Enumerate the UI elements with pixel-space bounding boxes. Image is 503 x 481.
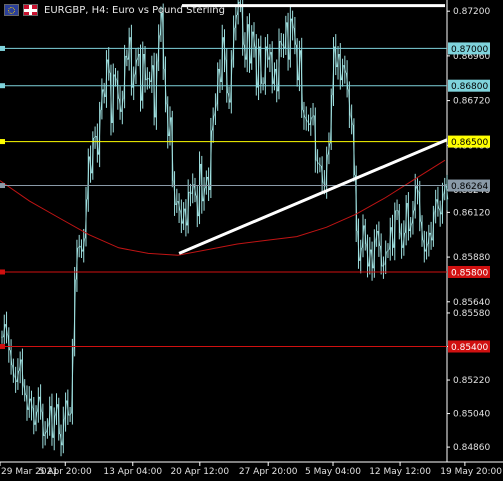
level-handle-0.86500: [0, 139, 5, 145]
level-handle-0.86264: [0, 183, 5, 189]
y-tick-label: 0.85220: [453, 376, 490, 386]
y-tick-label: 0.86120: [453, 208, 490, 218]
level-tag-0.86800: 0.86800: [451, 82, 488, 92]
price-chart[interactable]: 0.872000.869600.867200.864800.862400.861…: [0, 0, 503, 481]
y-tick-label: 0.85040: [453, 410, 490, 420]
level-handle-0.87000: [0, 45, 5, 51]
eu-flag-icon: [4, 4, 19, 16]
x-tick-label: 5 Apr 20:00: [39, 467, 92, 477]
level-tag-0.85400: 0.85400: [451, 343, 488, 353]
x-tick-label: 19 May 20:00: [440, 467, 502, 477]
level-handle-0.85800: [0, 269, 5, 275]
y-tick-label: 0.87200: [453, 7, 490, 17]
moving-average-line: [0, 159, 446, 256]
gb-flag-icon: [23, 4, 38, 16]
chart-title: EURGBP, H4: Euro vs Pound Sterling: [4, 2, 225, 18]
trendline: [178, 138, 448, 255]
y-tick-label: 0.85880: [453, 253, 490, 263]
x-tick-label: 5 May 04:00: [305, 467, 361, 477]
symbol-title: EURGBP, H4: Euro vs Pound Sterling: [44, 4, 225, 16]
level-tag-0.85800: 0.85800: [451, 268, 488, 278]
x-tick-label: 12 May 12:00: [369, 467, 431, 477]
x-tick-label: 27 Apr 20:00: [239, 467, 298, 477]
level-tag-0.87000: 0.87000: [451, 45, 488, 55]
level-handle-0.86800: [0, 83, 5, 89]
y-tick-label: 0.84860: [453, 443, 490, 453]
level-tag-0.86264: 0.86264: [451, 182, 488, 192]
x-tick-label: 20 Apr 12:00: [170, 467, 229, 477]
y-tick-label: 0.85580: [453, 309, 490, 319]
level-tag-0.86500: 0.86500: [451, 138, 488, 148]
y-tick-label: 0.85640: [453, 298, 490, 308]
y-tick-label: 0.86720: [453, 97, 490, 107]
x-tick-label: 13 Apr 04:00: [103, 467, 162, 477]
level-handle-0.85400: [0, 344, 5, 349]
